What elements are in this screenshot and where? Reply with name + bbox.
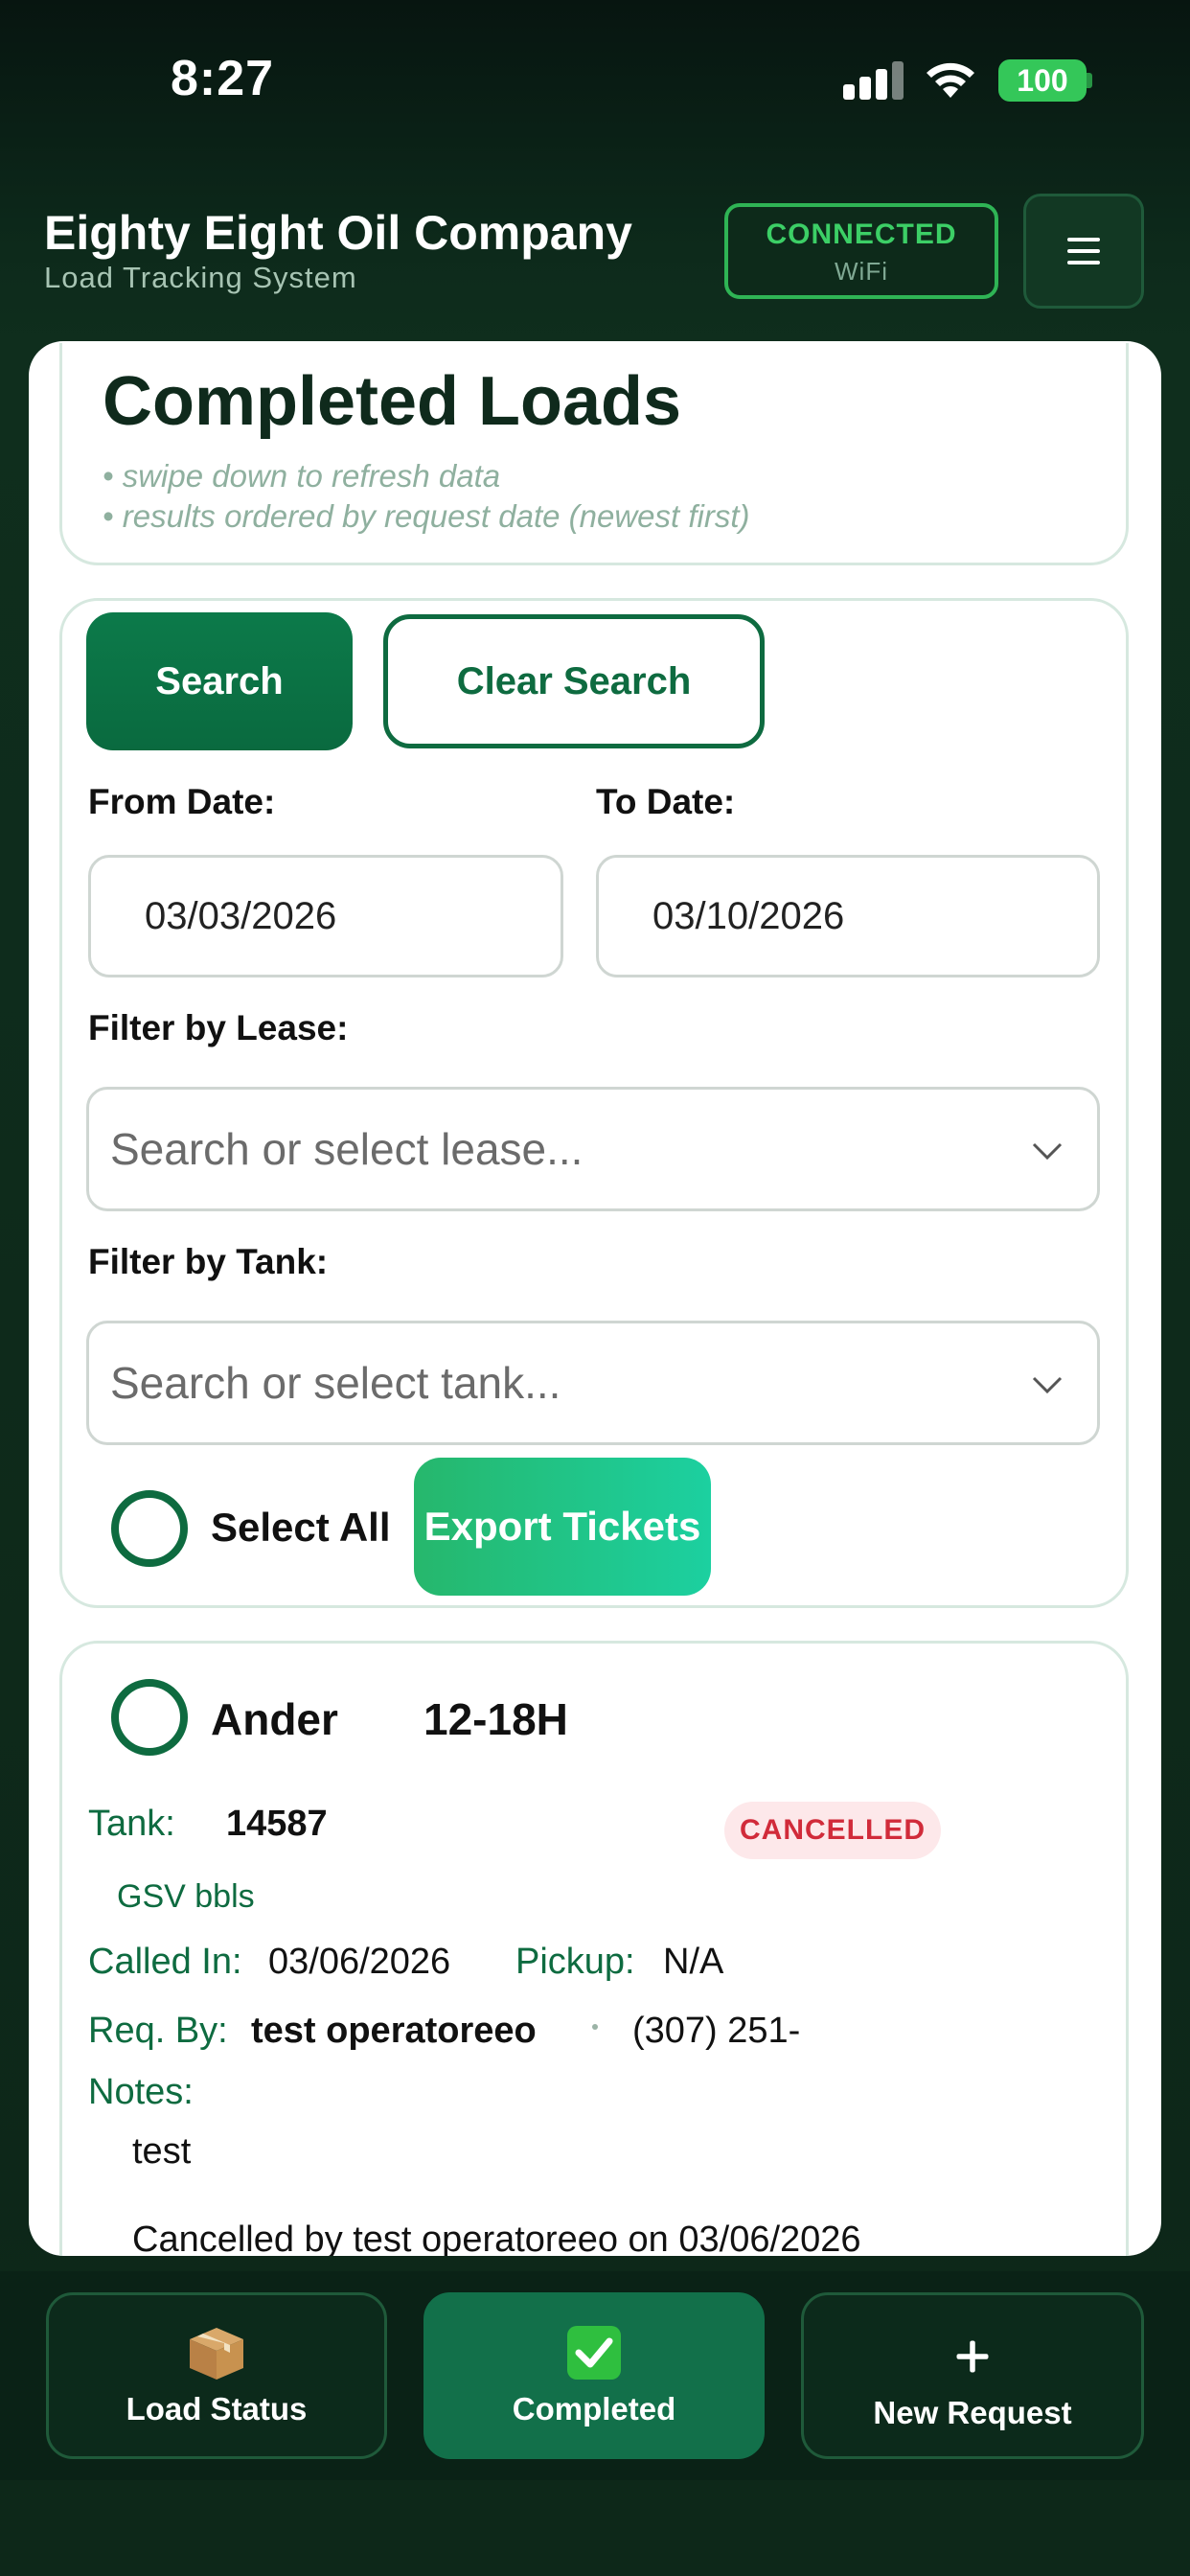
status-time: 8:27 (171, 51, 275, 106)
requested-by-value: test operatoreeo (251, 2011, 537, 2051)
page-title: Completed Loads (103, 363, 682, 440)
phone-number[interactable]: (307) 251- (632, 2011, 800, 2052)
pickup-value: N/A (663, 1942, 724, 1982)
select-all-radio[interactable] (111, 1490, 188, 1567)
to-date-label: To Date: (596, 782, 736, 821)
called-in-value: 03/06/2026 (268, 1942, 451, 1982)
tank-select[interactable]: Search or select tank... (86, 1321, 1100, 1445)
battery-tip (1087, 73, 1092, 88)
cellular-signal-icon (843, 61, 906, 100)
plus-icon (956, 2340, 989, 2373)
called-in-label: Called In: (88, 1942, 242, 1982)
gsv-label: GSV bbls (117, 1878, 255, 1915)
requested-by-label: Req. By: (88, 2011, 228, 2051)
lease-filter-label: Filter by Lease: (88, 1008, 349, 1047)
connection-type: WiFi (835, 257, 888, 286)
load-select-radio[interactable] (111, 1679, 188, 1756)
lease-name: Ander (211, 1694, 338, 1744)
search-button[interactable]: Search (86, 612, 353, 750)
battery-icon: 100 (998, 59, 1087, 102)
notes-label: Notes: (88, 2072, 194, 2112)
nav-new-request-label: New Request (873, 2395, 1072, 2430)
nav-completed[interactable]: Completed (423, 2292, 765, 2459)
cancel-note: Cancelled by test operatoreeo on 03/06/2… (132, 2220, 861, 2256)
from-date-label: From Date: (88, 782, 276, 821)
nav-new-request[interactable]: New Request (801, 2292, 1144, 2459)
chevron-down-icon (1032, 1142, 1063, 1161)
status-badge: CANCELLED (724, 1802, 941, 1859)
lease-select[interactable]: Search or select lease... (86, 1087, 1100, 1211)
nav-completed-label: Completed (512, 2391, 676, 2426)
hamburger-icon (1067, 238, 1100, 264)
status-bar: 8:27 100 (0, 0, 1190, 153)
tank-filter-label: Filter by Tank: (88, 1242, 329, 1281)
menu-button[interactable] (1023, 194, 1144, 309)
order-hint: • results ordered by request date (newes… (103, 498, 750, 534)
tank-select-placeholder: Search or select tank... (110, 1358, 561, 1408)
tank-label: Tank: (88, 1804, 175, 1844)
connection-status: CONNECTED (766, 218, 957, 250)
lease-number: 12-18H (423, 1694, 568, 1744)
check-box-icon (567, 2326, 621, 2380)
nav-load-status[interactable]: Load Status (46, 2292, 387, 2459)
select-all-label[interactable]: Select All (211, 1505, 391, 1551)
tank-value: 14587 (226, 1804, 328, 1844)
refresh-hint: • swipe down to refresh data (103, 458, 501, 494)
app-subtitle: Load Tracking System (44, 261, 357, 294)
notes-value: test (132, 2131, 192, 2172)
home-indicator-area (0, 2480, 1190, 2576)
from-date-input[interactable]: 03/03/2026 (88, 855, 563, 978)
to-date-input[interactable]: 03/10/2026 (596, 855, 1100, 978)
company-title: Eighty Eight Oil Company (44, 206, 632, 260)
pickup-label: Pickup: (515, 1942, 635, 1982)
export-tickets-button[interactable]: Export Tickets (414, 1458, 711, 1596)
package-icon (190, 2328, 243, 2380)
connection-badge: CONNECTED WiFi (724, 203, 998, 299)
page-header-box: Completed Loads • swipe down to refresh … (59, 343, 1129, 565)
nav-load-status-label: Load Status (126, 2391, 308, 2426)
clear-search-button[interactable]: Clear Search (383, 614, 765, 748)
chevron-down-icon (1032, 1376, 1063, 1394)
content-card[interactable]: Completed Loads • swipe down to refresh … (29, 341, 1161, 2256)
separator-dot (592, 2024, 598, 2030)
wifi-icon (927, 62, 974, 98)
lease-select-placeholder: Search or select lease... (110, 1124, 584, 1174)
battery-level: 100 (1017, 62, 1068, 98)
